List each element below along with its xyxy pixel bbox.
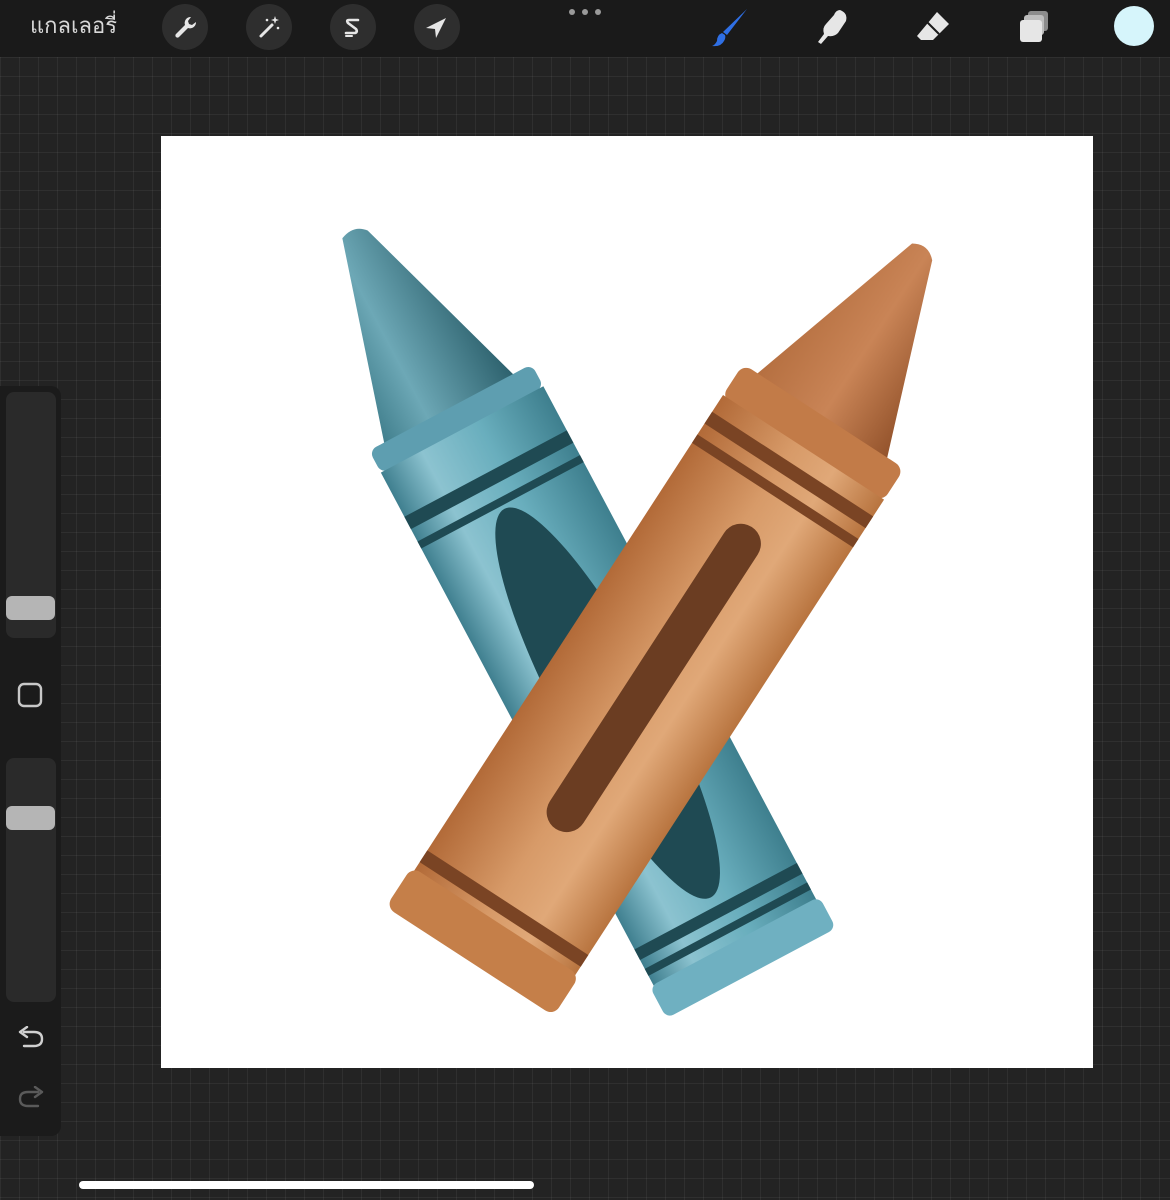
drawing-canvas[interactable] [161, 136, 1093, 1068]
brush-button[interactable] [707, 4, 755, 50]
more-dots-icon[interactable] [566, 6, 604, 18]
top-toolbar: แกลเลอรี่ [0, 0, 1170, 57]
arrow-cursor-icon [426, 18, 446, 38]
opacity-thumb[interactable] [6, 806, 55, 831]
smudge-finger-icon [818, 10, 847, 44]
eraser-icon [917, 12, 949, 40]
home-indicator[interactable] [79, 1181, 534, 1189]
transform-button[interactable] [414, 4, 460, 50]
wrench-icon [175, 16, 197, 38]
adjustments-button[interactable] [246, 4, 292, 50]
selection-button[interactable] [330, 4, 376, 50]
layers-button[interactable] [1010, 4, 1058, 50]
crossed-crayons-artwork [342, 228, 933, 1016]
actions-button[interactable] [162, 4, 208, 50]
redo-icon[interactable] [16, 1086, 46, 1112]
eraser-button[interactable] [909, 4, 957, 50]
magic-wand-icon [259, 16, 280, 38]
selection-s-icon [344, 18, 360, 37]
undo-icon[interactable] [16, 1026, 46, 1052]
gallery-button[interactable]: แกลเลอรี่ [30, 9, 117, 45]
brush-icon [712, 9, 747, 47]
brush-size-thumb[interactable] [6, 596, 55, 621]
square-modifier-icon[interactable] [17, 682, 43, 708]
left-sidebar [0, 386, 61, 1136]
layers-icon [1020, 11, 1048, 42]
opacity-slider[interactable] [6, 758, 56, 1002]
smudge-button[interactable] [808, 4, 856, 50]
color-picker-swatch[interactable] [1114, 6, 1154, 46]
